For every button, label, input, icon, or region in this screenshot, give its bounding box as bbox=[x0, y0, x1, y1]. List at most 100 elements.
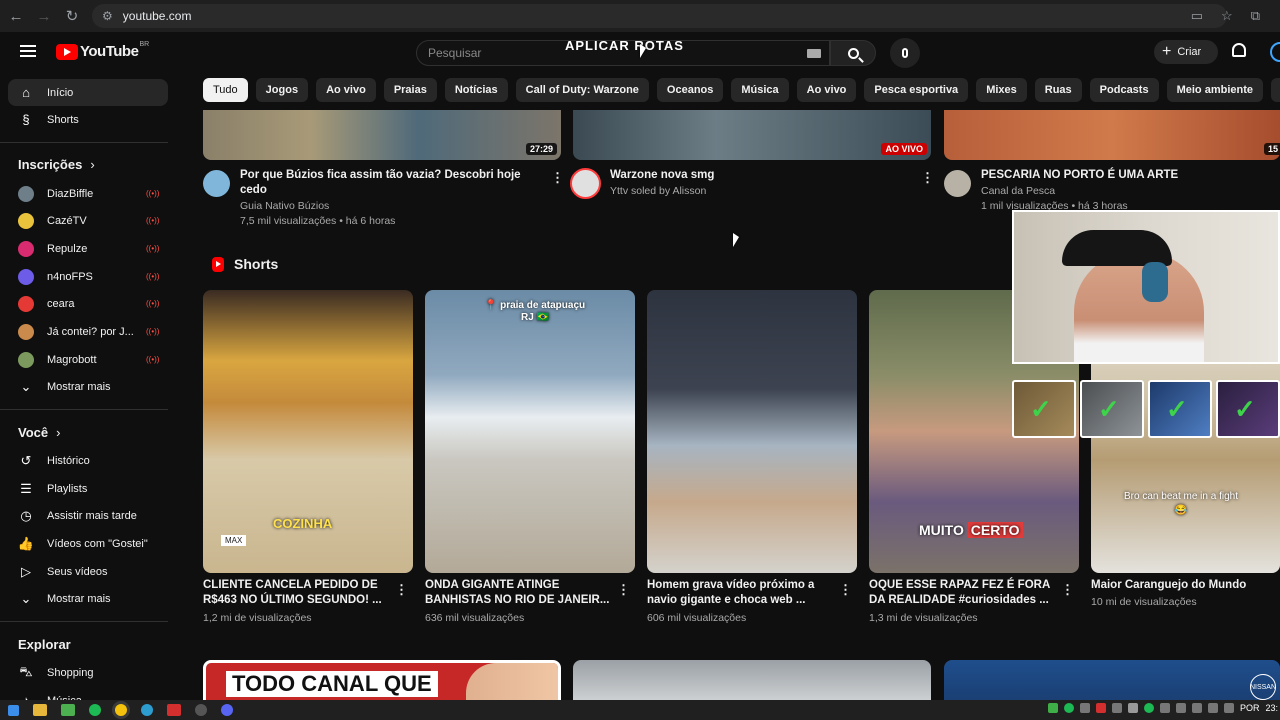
chrome-icon[interactable] bbox=[115, 704, 127, 716]
short-thumbnail[interactable] bbox=[647, 290, 857, 573]
short-title[interactable]: CLIENTE CANCELA PEDIDO DE R$463 NO ÚLTIMO… bbox=[203, 578, 388, 608]
channel-name[interactable]: Guia Nativo Búzios bbox=[240, 200, 329, 212]
sidebar-item-like[interactable]: 👍 Vídeos com "Gostei" bbox=[0, 530, 180, 558]
file-explorer-icon[interactable] bbox=[33, 704, 47, 716]
back-icon[interactable]: ← bbox=[2, 0, 30, 32]
you-heading[interactable]: Você › bbox=[0, 417, 180, 447]
sidebar-item-shorts[interactable]: § Shorts bbox=[0, 106, 180, 134]
sidebar-item-playlists[interactable]: ☰ Playlists bbox=[0, 475, 180, 503]
obs-icon[interactable] bbox=[195, 704, 207, 716]
search-button[interactable] bbox=[830, 40, 876, 66]
filter-chip[interactable]: Call of Duty: Warzone bbox=[515, 78, 649, 102]
tray-icon[interactable] bbox=[1143, 703, 1154, 713]
video-title[interactable]: Por que Búzios fica assim tão vazia? Des… bbox=[240, 168, 521, 198]
language-indicator[interactable]: POR bbox=[1240, 703, 1260, 713]
filter-chip[interactable]: Pesca esportiva bbox=[864, 78, 969, 102]
tray-icon[interactable] bbox=[1079, 703, 1090, 713]
reload-icon[interactable]: ↻ bbox=[58, 0, 86, 32]
channel-name[interactable]: Canal da Pesca bbox=[981, 185, 1055, 197]
filter-chip[interactable]: Ruas bbox=[1034, 78, 1082, 102]
filter-chip[interactable]: Meio ambiente bbox=[1166, 78, 1263, 102]
tray-icon[interactable] bbox=[1127, 703, 1138, 713]
volume-icon[interactable] bbox=[1207, 703, 1218, 713]
more-options-icon[interactable]: ⋮ bbox=[839, 582, 852, 598]
filter-chip[interactable]: Restaurantes bbox=[1271, 78, 1280, 102]
channel-name[interactable]: Yttv soled by Alisson bbox=[610, 185, 706, 197]
more-options-icon[interactable]: ⋮ bbox=[1061, 582, 1074, 598]
filter-chip[interactable]: Tudo bbox=[203, 78, 248, 102]
address-bar[interactable]: ⚙ youtube.com bbox=[92, 4, 1227, 28]
sidebar-item-shopping-bag[interactable]: ⛍ Shopping bbox=[0, 659, 180, 687]
filter-chip[interactable]: Ao vivo bbox=[796, 78, 857, 102]
create-button[interactable]: + Criar bbox=[1154, 40, 1218, 64]
extensions-icon[interactable]: ⧉ bbox=[1251, 8, 1260, 24]
short-thumbnail[interactable]: 📍 praia de atapuaçu RJ 🇧🇷 bbox=[425, 290, 635, 573]
sidebar-item-history[interactable]: ↺ Histórico bbox=[0, 447, 180, 475]
clock[interactable]: 23: bbox=[1265, 703, 1278, 713]
channel-avatar[interactable] bbox=[570, 168, 601, 199]
short-thumbnail[interactable]: COZINHA MAX bbox=[203, 290, 413, 573]
video-thumbnail[interactable]: TODO CANAL QUE bbox=[203, 660, 561, 702]
sidebar-subscription-item[interactable]: DiazBiffle ((•)) bbox=[0, 180, 180, 208]
short-title[interactable]: ONDA GIGANTE ATINGE BANHISTAS NO RIO DE J… bbox=[425, 578, 610, 608]
filter-chip[interactable]: Praias bbox=[383, 78, 437, 102]
filter-chip[interactable]: Música bbox=[731, 78, 789, 102]
youtube-logo[interactable]: YouTube BR bbox=[56, 41, 149, 60]
menu-icon[interactable] bbox=[20, 45, 36, 57]
app-icon[interactable] bbox=[61, 704, 75, 716]
sidebar-item-inicio[interactable]: ⌂ Início bbox=[8, 79, 168, 106]
tray-icon[interactable] bbox=[1175, 703, 1186, 713]
sidebar-subscription-item[interactable]: Já contei? por J... ((•)) bbox=[0, 318, 180, 346]
site-settings-icon[interactable]: ⚙ bbox=[102, 9, 113, 23]
video-card[interactable]: Warzone nova smg Yttv soled by Alisson ⋮ bbox=[570, 168, 934, 208]
filter-chip[interactable]: Podcasts bbox=[1089, 78, 1159, 102]
tray-icon[interactable] bbox=[1095, 703, 1106, 713]
filter-chip[interactable]: Notícias bbox=[444, 78, 508, 102]
subscriptions-heading[interactable]: Inscrições › bbox=[0, 150, 180, 180]
short-title[interactable]: OQUE ESSE RAPAZ FEZ É FORA DA REALIDADE #… bbox=[869, 578, 1054, 608]
tray-icon[interactable] bbox=[1047, 703, 1058, 713]
video-thumbnail[interactable]: NISSAN bbox=[944, 660, 1280, 702]
video-thumbnail[interactable]: 15 bbox=[944, 110, 1280, 160]
video-thumbnail[interactable]: AO VIVO bbox=[573, 110, 931, 160]
sidebar-item-clock[interactable]: ◷ Assistir mais tarde bbox=[0, 503, 180, 531]
video-title[interactable]: PESCARIA NO PORTO É UMA ARTE bbox=[981, 168, 1178, 183]
short-title[interactable]: Maior Caranguejo do Mundo bbox=[1091, 578, 1276, 593]
filter-chip[interactable]: Mixes bbox=[976, 78, 1027, 102]
battery-icon[interactable] bbox=[1223, 703, 1234, 713]
filter-chip[interactable]: Jogos bbox=[255, 78, 309, 102]
notifications-bell-icon[interactable] bbox=[1232, 43, 1246, 57]
channel-avatar[interactable] bbox=[203, 170, 230, 197]
discord-icon[interactable] bbox=[221, 704, 233, 716]
sidebar-subscription-item[interactable]: Magrobott ((•)) bbox=[0, 346, 180, 374]
edge-icon[interactable] bbox=[141, 704, 153, 716]
network-icon[interactable] bbox=[1191, 703, 1202, 713]
sidebar-subscription-item[interactable]: ceara ((•)) bbox=[0, 290, 180, 318]
sidebar-subscription-item[interactable]: n4noFPS ((•)) bbox=[0, 263, 180, 291]
video-thumbnail[interactable]: 27:29 bbox=[203, 110, 561, 160]
short-title[interactable]: Homem grava vídeo próximo a navio gigante… bbox=[647, 578, 832, 608]
video-thumbnail[interactable] bbox=[573, 660, 931, 702]
forward-icon[interactable]: → bbox=[30, 0, 58, 32]
tray-icon[interactable] bbox=[1159, 703, 1170, 713]
more-options-icon[interactable]: ⋮ bbox=[395, 582, 408, 598]
show-more-subscriptions[interactable]: ⌄ Mostrar mais bbox=[0, 374, 180, 402]
sidebar-item-your-videos[interactable]: ▷ Seus vídeos bbox=[0, 558, 180, 586]
sidebar-subscription-item[interactable]: Repulze ((•)) bbox=[0, 235, 180, 263]
tray-icon[interactable] bbox=[1111, 703, 1122, 713]
sidebar-subscription-item[interactable]: CazéTV ((•)) bbox=[0, 207, 180, 235]
more-options-icon[interactable]: ⋮ bbox=[551, 170, 564, 186]
filter-chip[interactable]: Oceanos bbox=[656, 78, 724, 102]
channel-avatar[interactable] bbox=[944, 170, 971, 197]
bookmark-star-icon[interactable]: ☆ bbox=[1221, 8, 1233, 24]
spotify-icon[interactable] bbox=[89, 704, 101, 716]
video-title[interactable]: Warzone nova smg bbox=[610, 168, 714, 183]
more-options-icon[interactable]: ⋮ bbox=[617, 582, 630, 598]
app-icon[interactable] bbox=[167, 704, 181, 716]
show-more-you[interactable]: ⌄ Mostrar mais bbox=[0, 586, 180, 614]
video-card[interactable]: PESCARIA NO PORTO É UMA ARTE Canal da Pe… bbox=[944, 168, 1280, 213]
video-card[interactable]: Por que Búzios fica assim tão vazia? Des… bbox=[203, 168, 564, 228]
voice-search-button[interactable] bbox=[890, 38, 920, 68]
windows-start-icon[interactable] bbox=[8, 704, 19, 716]
more-options-icon[interactable]: ⋮ bbox=[921, 170, 934, 186]
